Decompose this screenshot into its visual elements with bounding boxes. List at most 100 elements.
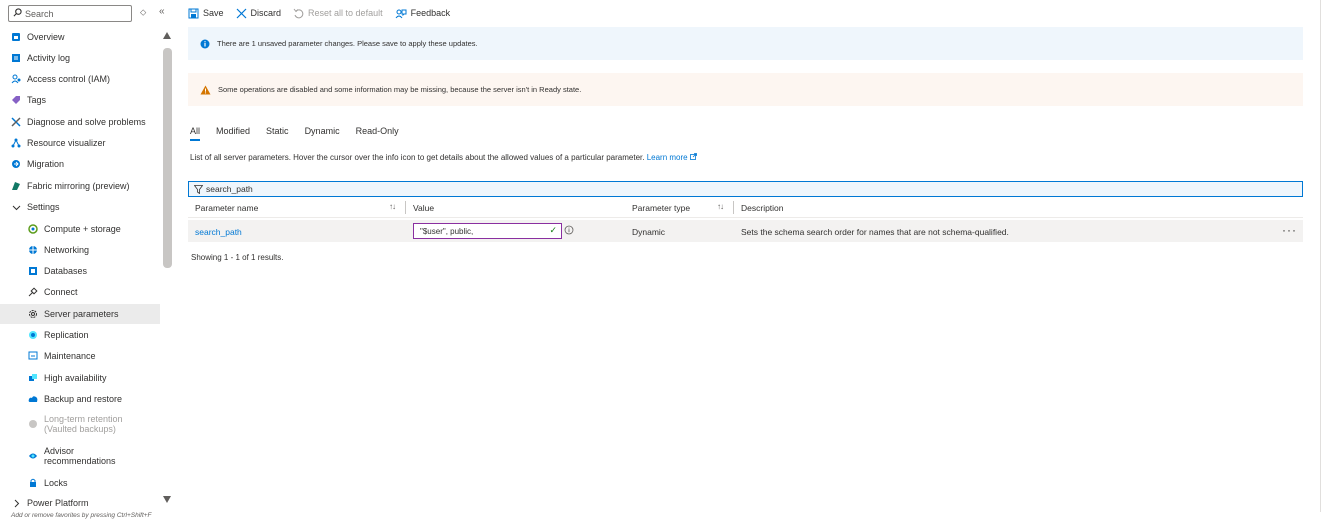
sidebar-item-label: Server parameters (44, 309, 119, 319)
tab-read-only[interactable]: Read-Only (356, 126, 399, 141)
sidebar-group-settings[interactable]: Settings (0, 200, 160, 214)
sidebar-item-label: Networking (44, 245, 90, 255)
sidebar-item-replication[interactable]: Replication (0, 328, 160, 342)
parameter-name-link[interactable]: search_path (195, 227, 242, 237)
gear-icon (27, 308, 39, 320)
sidebar-item-migration[interactable]: Migration (0, 157, 160, 171)
sidebar-item-networking[interactable]: Networking (0, 243, 160, 257)
info-banner-text: There are 1 unsaved parameter changes. P… (217, 39, 478, 48)
sidebar-item-label: Compute + storage (44, 224, 121, 234)
database-icon (27, 265, 39, 277)
sidebar-item-label: High availability (44, 373, 107, 383)
sidebar-item-databases[interactable]: Databases (0, 264, 160, 278)
expand-collapse-icon[interactable]: ⬦ (140, 7, 146, 18)
info-icon (200, 39, 210, 49)
sidebar-item-label: Diagnose and solve problems (27, 117, 146, 127)
sidebar: Search ⬦ « Overview Activity log Access … (0, 0, 175, 522)
tab-dynamic[interactable]: Dynamic (305, 126, 340, 141)
parameter-filter-tabs: All Modified Static Dynamic Read-Only (190, 126, 415, 141)
sidebar-item-long-term-retention[interactable]: Long-term retention (Vaulted backups) (0, 412, 160, 436)
wrench-icon (10, 116, 22, 128)
sidebar-item-diagnose[interactable]: Diagnose and solve problems (0, 115, 160, 129)
learn-more-link[interactable]: Learn more (647, 153, 697, 162)
sidebar-item-server-parameters[interactable]: Server parameters (0, 304, 160, 324)
sidebar-item-label-sub: recommendations (44, 456, 116, 466)
command-bar: Save Discard Reset all to default Feedba… (188, 0, 462, 26)
sidebar-item-high-availability[interactable]: High availability (0, 371, 160, 385)
discard-button[interactable]: Discard (236, 8, 282, 19)
migration-icon (10, 158, 22, 170)
sidebar-group-power-platform[interactable]: Power Platform (0, 496, 160, 510)
parameter-value: "$user", public, (420, 226, 474, 236)
sidebar-item-label: Backup and restore (44, 394, 123, 404)
sort-icon[interactable]: ↑↓ (717, 202, 724, 211)
discard-label: Discard (250, 8, 282, 18)
scroll-up-button[interactable] (163, 32, 171, 39)
column-divider[interactable] (405, 201, 406, 214)
server-state-warning-banner: Some operations are disabled and some in… (188, 73, 1303, 106)
sidebar-item-activity-log[interactable]: Activity log (0, 51, 160, 65)
sidebar-item-access-control[interactable]: Access control (IAM) (0, 72, 160, 86)
sidebar-item-label: Settings (27, 202, 60, 212)
compute-icon (27, 223, 39, 235)
sidebar-item-resource-visualizer[interactable]: Resource visualizer (0, 136, 160, 150)
reset-all-button[interactable]: Reset all to default (293, 8, 383, 19)
overview-icon (10, 31, 22, 43)
sidebar-item-backup-restore[interactable]: Backup and restore (0, 392, 160, 406)
sidebar-item-fabric-mirroring[interactable]: Fabric mirroring (preview) (0, 179, 160, 193)
column-header-description[interactable]: Description (741, 203, 784, 213)
sidebar-item-label: Tags (27, 95, 47, 105)
checkmark-icon: ✓ (549, 225, 557, 235)
lock-icon (27, 477, 39, 489)
favorites-hint: Add or remove favorites by pressing Ctrl… (11, 512, 152, 519)
cloud-backup-icon (27, 393, 39, 405)
sort-icon[interactable]: ↑↓ (389, 202, 396, 211)
sidebar-item-connect[interactable]: Connect (0, 285, 160, 299)
results-count: Showing 1 - 1 of 1 results. (191, 253, 284, 262)
more-options-button[interactable]: ··· (1282, 223, 1297, 237)
parameter-filter-input[interactable]: search_path (188, 181, 1303, 197)
sidebar-search-input[interactable]: Search (8, 5, 132, 22)
save-button[interactable]: Save (188, 8, 224, 19)
sidebar-item-label: Connect (44, 287, 78, 297)
chevron-down-icon (10, 201, 22, 213)
column-divider[interactable] (733, 201, 734, 214)
panel-divider (1320, 0, 1321, 512)
sidebar-item-locks[interactable]: Locks (0, 476, 160, 490)
sidebar-item-label: Access control (IAM) (27, 74, 111, 84)
close-icon (236, 8, 247, 19)
column-header-parameter-type[interactable]: Parameter type (632, 203, 690, 213)
sidebar-item-overview[interactable]: Overview (0, 30, 160, 44)
column-header-parameter-name[interactable]: Parameter name (195, 203, 258, 213)
sidebar-item-label: Locks (44, 478, 68, 488)
scroll-down-button[interactable] (163, 496, 171, 503)
sidebar-item-advisor[interactable]: Advisor recommendations (0, 444, 160, 468)
advisor-icon (27, 450, 39, 462)
sidebar-scrollbar[interactable] (163, 48, 172, 268)
filter-icon (194, 184, 203, 194)
sidebar-item-label: Maintenance (44, 351, 96, 361)
info-icon[interactable] (564, 225, 574, 237)
high-availability-icon (27, 372, 39, 384)
sidebar-item-tags[interactable]: Tags (0, 93, 160, 107)
feedback-button[interactable]: Feedback (395, 8, 451, 19)
tab-modified[interactable]: Modified (216, 126, 250, 141)
reset-label: Reset all to default (308, 8, 383, 18)
sidebar-item-maintenance[interactable]: Maintenance (0, 349, 160, 363)
sidebar-item-compute-storage[interactable]: Compute + storage (0, 222, 160, 236)
sidebar-item-label: Migration (27, 159, 65, 169)
external-link-icon (689, 153, 697, 162)
table-row[interactable]: search_path "$user", public, ✓ Dynamic S… (188, 220, 1303, 242)
search-icon (13, 8, 22, 19)
unsaved-changes-banner: There are 1 unsaved parameter changes. P… (188, 27, 1303, 60)
activity-log-icon (10, 52, 22, 64)
parameter-value-input[interactable]: "$user", public, ✓ (413, 223, 562, 239)
tab-static[interactable]: Static (266, 126, 289, 141)
tab-all[interactable]: All (190, 126, 201, 141)
sidebar-item-label: Fabric mirroring (preview) (27, 181, 130, 191)
iam-icon (10, 73, 22, 85)
collapse-sidebar-button[interactable]: « (159, 6, 165, 17)
feedback-label: Feedback (410, 8, 451, 18)
column-header-value[interactable]: Value (413, 203, 434, 213)
warning-icon (200, 85, 211, 95)
